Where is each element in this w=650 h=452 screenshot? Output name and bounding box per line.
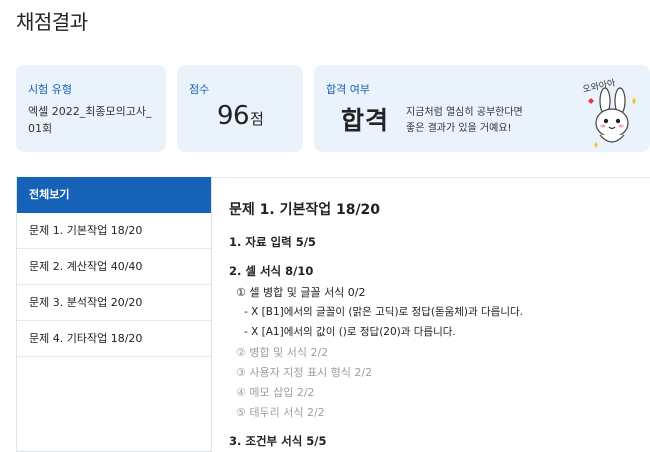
result-detail-panel: 문제 1. 기본작업 18/20 1. 자료 입력 5/5 2. 셀 서식 8/…	[212, 177, 650, 452]
grading-item: ② 병합 및 서식 2/2	[236, 346, 329, 359]
rabbit-mascot-icon: 오와아아	[582, 76, 636, 148]
exam-type-card: 시험 유형 엑셀 2022_최종모의고사_01회	[16, 65, 166, 152]
pass-status-card: 합격 여부 합격 지금처럼 열심히 공부한다면 좋은 결과가 있을 거예요! 오…	[314, 65, 650, 152]
sidebar-item-problem-2[interactable]: 문제 2. 계산작업 40/40	[17, 249, 211, 285]
sidebar-item-problem-1[interactable]: 문제 1. 기본작업 18/20	[17, 213, 211, 249]
grading-item: ① 셀 병합 및 글꼴 서식 0/2	[236, 286, 366, 299]
grading-item: ④ 메모 삽입 2/2	[236, 386, 315, 399]
section-title: 1. 자료 입력 5/5	[229, 235, 316, 249]
pass-message-line1: 지금처럼 열심히 공부한다면	[406, 107, 523, 118]
sidebar-item-problem-3[interactable]: 문제 3. 분석작업 20/20	[17, 285, 211, 321]
error-message: - X [A1]에서의 값이 ()로 정답(20)과 다릅니다.	[244, 326, 456, 338]
grading-item: ⑤ 테두리 서식 2/2	[236, 406, 325, 419]
problem-title: 문제 1. 기본작업 18/20	[229, 202, 381, 218]
sidebar-item-problem-4[interactable]: 문제 4. 기타작업 18/20	[17, 321, 211, 357]
pass-message: 지금처럼 열심히 공부한다면 좋은 결과가 있을 거예요!	[406, 105, 523, 137]
grading-item: ③ 사용자 지정 표시 형식 2/2	[236, 366, 373, 379]
sidebar: 전체보기 문제 1. 기본작업 18/20 문제 2. 계산작업 40/40 문…	[16, 177, 212, 452]
mascot-caption: 오와아아	[582, 76, 618, 95]
page-title: 채점결과	[16, 10, 88, 34]
score-card: 점수 96점	[177, 65, 303, 152]
pass-message-line2: 좋은 결과가 있을 거예요!	[406, 123, 512, 134]
pass-result: 합격	[341, 106, 390, 135]
sidebar-item-all[interactable]: 전체보기	[17, 177, 211, 213]
exam-name: 엑셀 2022_최종모의고사_01회	[28, 105, 152, 135]
score-value: 96	[217, 101, 250, 131]
section-title: 2. 셀 서식 8/10	[229, 264, 314, 278]
score-display: 96점	[217, 101, 264, 131]
error-message: - X [B1]에서의 글꼴이 (맑은 고딕)로 정답(돋움체)과 다릅니다.	[244, 306, 524, 318]
score-label: 점수	[189, 83, 210, 96]
exam-type-label: 시험 유형	[28, 83, 72, 96]
score-unit: 점	[250, 110, 264, 128]
section-title: 3. 조건부 서식 5/5	[229, 434, 327, 448]
pass-status-label: 합격 여부	[326, 83, 370, 96]
